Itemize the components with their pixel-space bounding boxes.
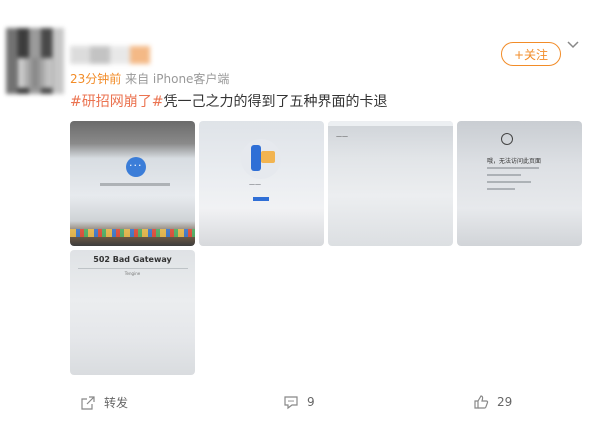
post-body: 凭一己之力的得到了五种界面的卡退: [163, 94, 388, 110]
post-image-4[interactable]: 哦，无法访问此页面: [457, 121, 582, 246]
weibo-post: 23分钟前 来自 iPhone客户端 #研招网崩了#凭一己之力的得到了五种界面的…: [0, 0, 606, 424]
repost-label: 转发: [104, 396, 129, 410]
chevron-down-icon[interactable]: [566, 38, 580, 52]
loading-dots-icon: [126, 157, 146, 177]
post-image-3[interactable]: ——: [328, 121, 453, 246]
post-image-5[interactable]: 502 Bad Gateway Tengine: [70, 250, 195, 375]
avatar[interactable]: [6, 28, 64, 94]
image-5-subtitle: Tengine: [124, 271, 141, 276]
image-4-title: 哦，无法访问此页面: [487, 158, 542, 165]
post-meta: 23分钟前 来自 iPhone客户端: [70, 70, 229, 87]
post-time[interactable]: 23分钟前: [70, 72, 121, 86]
post-source: 来自 iPhone客户端: [125, 72, 230, 86]
like-count: 29: [497, 395, 513, 409]
post-text: #研招网崩了#凭一己之力的得到了五种界面的卡退: [70, 91, 387, 111]
post-image-2[interactable]: ——: [199, 121, 324, 246]
post-image-1[interactable]: [70, 121, 195, 246]
error-illustration-icon: [241, 139, 281, 179]
comment-action[interactable]: 9: [283, 394, 315, 410]
image-5-title: 502 Bad Gateway: [93, 255, 172, 264]
follow-button[interactable]: +关注: [501, 42, 561, 66]
like-action[interactable]: 29: [473, 394, 512, 410]
repost-icon: [81, 395, 95, 410]
hashtag-link[interactable]: #研招网崩了#: [70, 94, 163, 110]
repost-action[interactable]: 转发: [80, 394, 128, 411]
taskbar: [70, 229, 195, 237]
username-blurred[interactable]: [70, 46, 150, 64]
chat-bubble-icon: [501, 133, 513, 145]
comment-count: 9: [307, 395, 315, 409]
comment-icon: [284, 396, 298, 410]
thumbs-up-icon: [474, 395, 489, 409]
